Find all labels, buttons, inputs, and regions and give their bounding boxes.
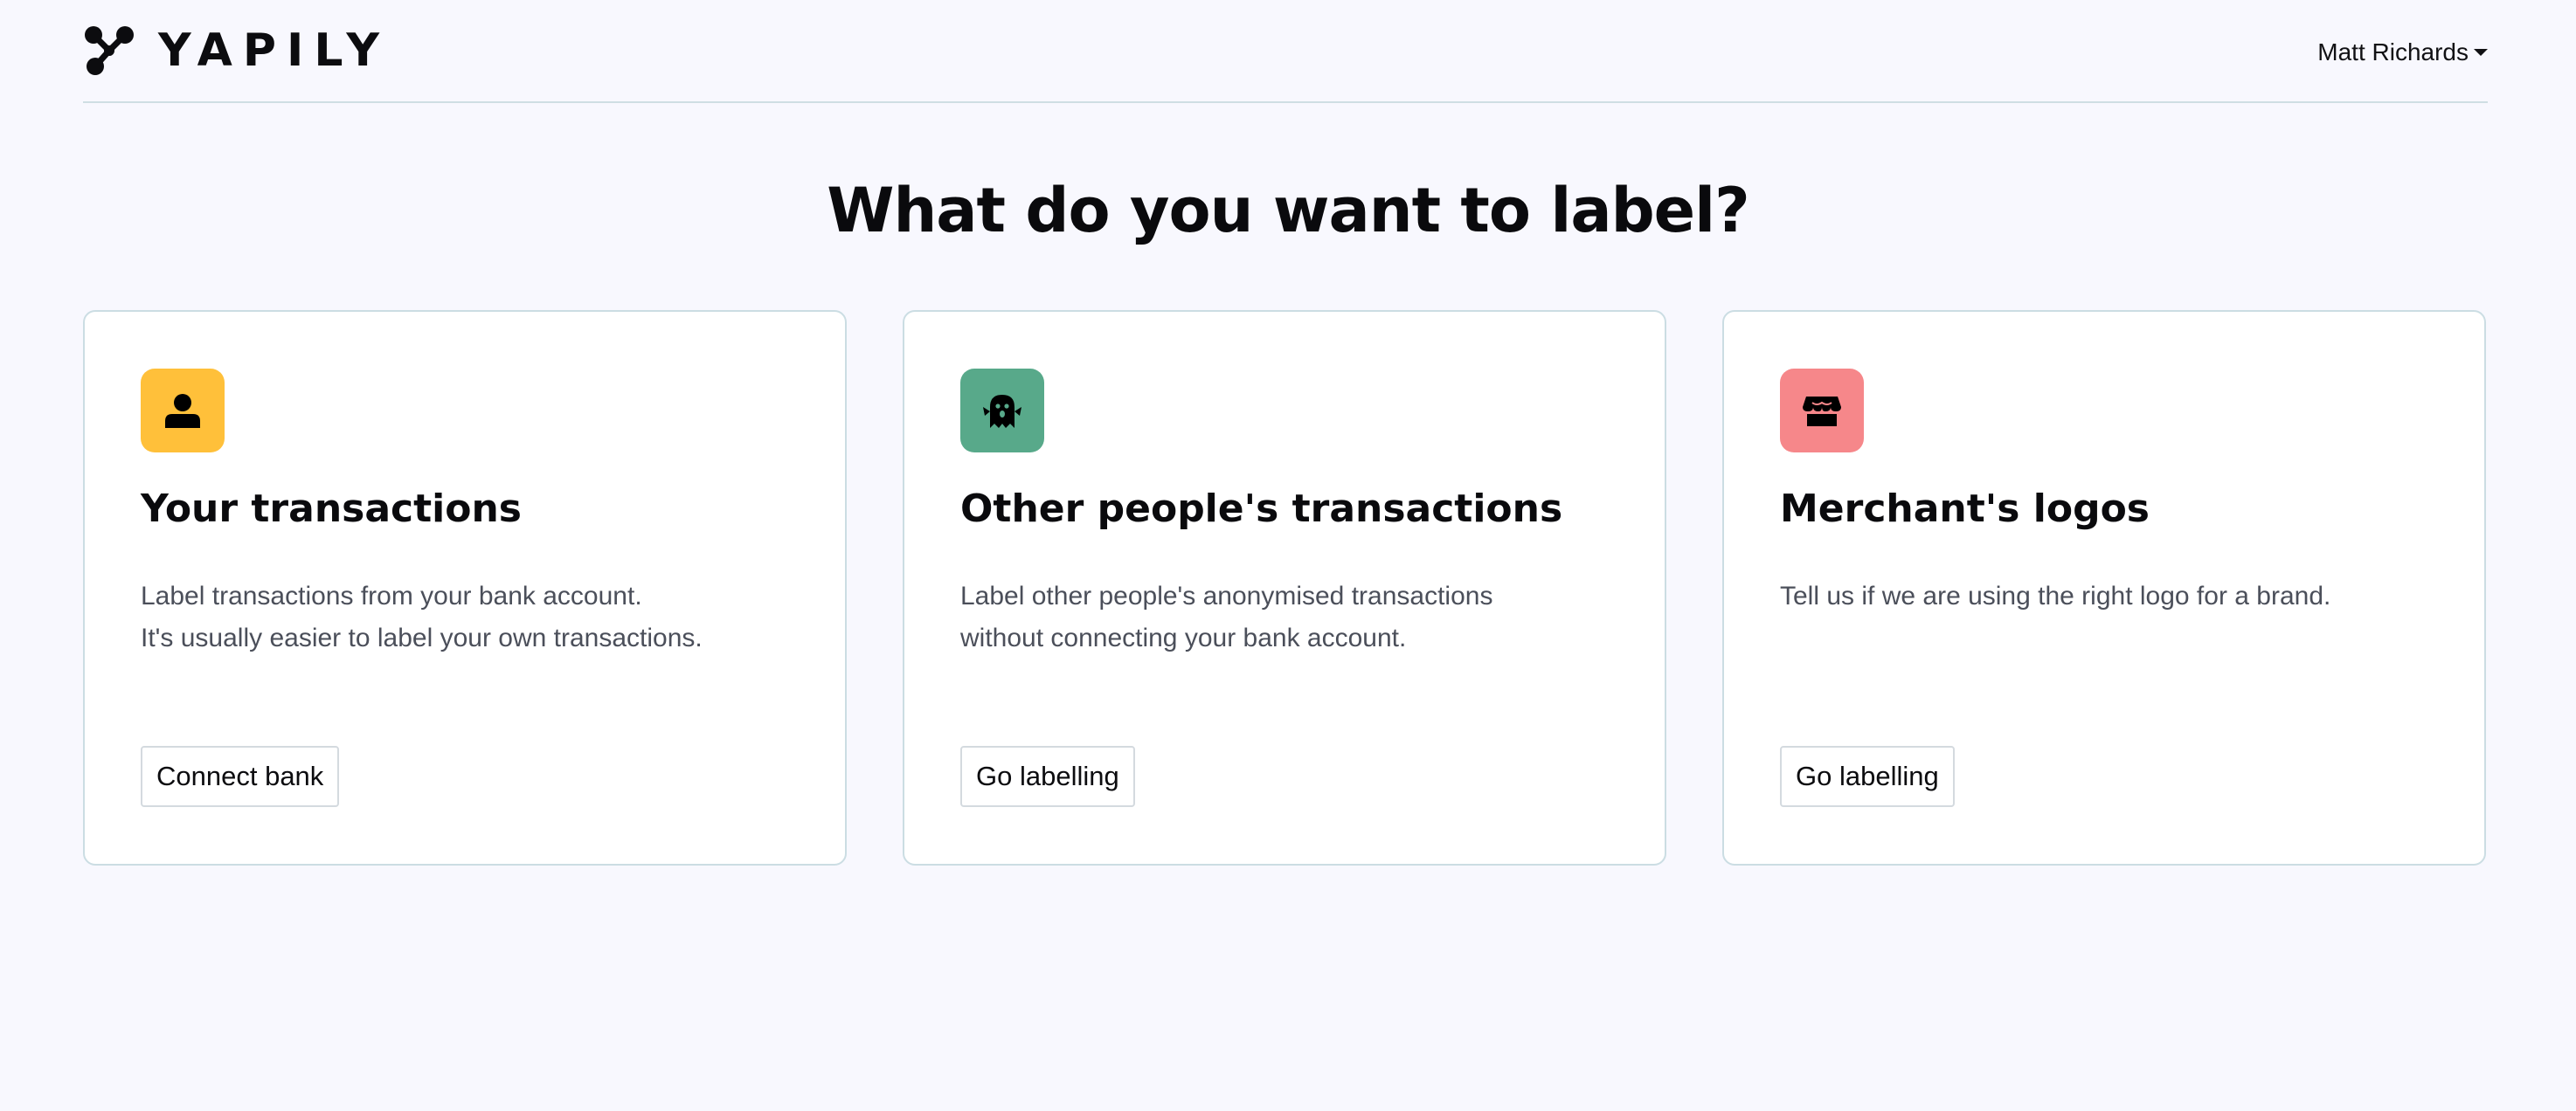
- card-title: Merchant's logos: [1780, 486, 2150, 531]
- connect-bank-button[interactable]: Connect bank: [141, 746, 340, 807]
- go-labelling-button[interactable]: Go labelling: [960, 746, 1135, 807]
- page-title: What do you want to label?: [827, 175, 1750, 246]
- card-other-peoples-transactions: Other people's transactions Label other …: [903, 310, 1666, 866]
- card-description: Label other people's anonymised transact…: [960, 576, 1624, 659]
- card-merchants-logos: Merchant's logos Tell us if we are using…: [1722, 310, 2486, 866]
- card-description-line: Tell us if we are using the right logo f…: [1780, 582, 2331, 611]
- card-title: Other people's transactions: [960, 486, 1563, 531]
- card-title: Your transactions: [141, 486, 522, 531]
- go-labelling-button[interactable]: Go labelling: [1780, 746, 1955, 807]
- person-icon-badge: [141, 369, 225, 452]
- card-description-line: without connecting your bank account.: [960, 624, 1407, 652]
- ghost-icon: [983, 395, 1021, 428]
- store-icon: [1803, 397, 1841, 426]
- card-description: Tell us if we are using the right logo f…: [1780, 576, 2444, 618]
- brand-logo[interactable]: YAPILY: [83, 23, 390, 79]
- yapily-logo-icon: [85, 26, 134, 75]
- card-description-line: Label other people's anonymised transact…: [960, 582, 1493, 611]
- top-bar: YAPILY Matt Richards: [83, 0, 2488, 103]
- card-description-line: Label transactions from your bank accoun…: [141, 582, 642, 611]
- user-name: Matt Richards: [2317, 38, 2469, 66]
- store-icon-badge: [1780, 369, 1864, 452]
- ghost-icon-badge: [960, 369, 1044, 452]
- caret-down-icon: [2474, 49, 2488, 56]
- card-description-line: It's usually easier to label your own tr…: [141, 624, 703, 652]
- user-menu-button[interactable]: Matt Richards: [2317, 33, 2488, 72]
- brand-name: YAPILY: [158, 24, 391, 77]
- person-icon: [165, 394, 200, 428]
- card-your-transactions: Your transactions Label transactions fro…: [83, 310, 847, 866]
- card-description: Label transactions from your bank accoun…: [141, 576, 805, 659]
